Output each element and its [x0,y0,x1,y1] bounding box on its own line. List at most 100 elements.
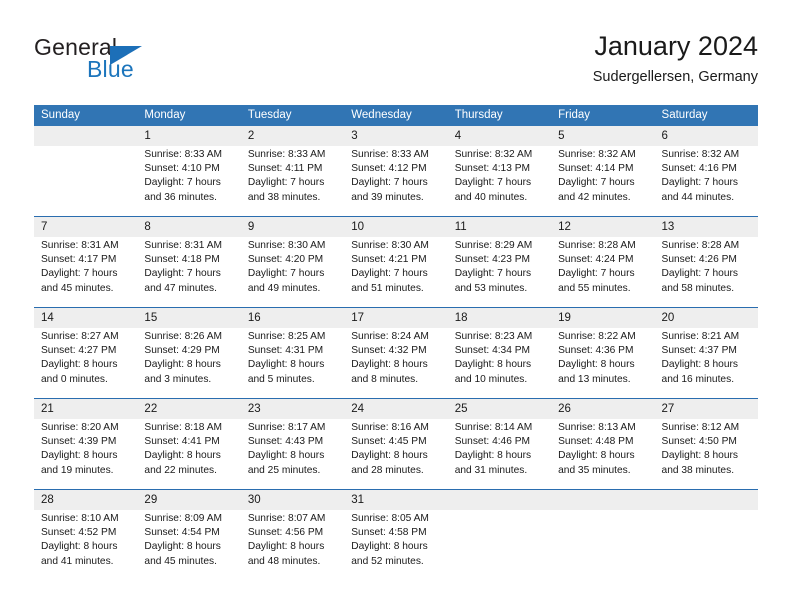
day-details: Sunrise: 8:28 AM Sunset: 4:24 PM Dayligh… [558,239,647,296]
sunset-text: Sunset: 4:10 PM [144,163,220,175]
daylight-text-line2: and 22 minutes. [144,464,217,476]
daylight-text-line2: and 51 minutes. [351,282,424,294]
day-cell[interactable]: 15 Sunrise: 8:26 AM Sunset: 4:29 PM Dayl… [137,308,240,398]
day-cell[interactable]: 16 Sunrise: 8:25 AM Sunset: 4:31 PM Dayl… [241,308,344,398]
calendar-week-row: 7 Sunrise: 8:31 AM Sunset: 4:17 PM Dayli… [34,216,758,307]
day-cell[interactable]: 4 Sunrise: 8:32 AM Sunset: 4:13 PM Dayli… [448,126,551,216]
sunrise-text: Sunrise: 8:14 AM [454,422,533,433]
sunset-text: Sunset: 4:24 PM [558,254,634,266]
day-cell[interactable]: 29 Sunrise: 8:09 AM Sunset: 4:54 PM Dayl… [137,490,240,580]
day-details: Sunrise: 8:21 AM Sunset: 4:37 PM Dayligh… [662,330,751,387]
sunrise-text: Sunrise: 8:27 AM [41,331,119,342]
day-cell[interactable]: 11 Sunrise: 8:29 AM Sunset: 4:23 PM Dayl… [448,217,551,307]
day-number: 25 [454,403,468,415]
day-cell[interactable]: 27 Sunrise: 8:12 AM Sunset: 4:50 PM Dayl… [655,399,758,489]
day-cell[interactable]: 12 Sunrise: 8:28 AM Sunset: 4:24 PM Dayl… [551,217,654,307]
day-cell[interactable]: 31 Sunrise: 8:05 AM Sunset: 4:58 PM Dayl… [344,490,447,580]
daylight-text-line2: and 42 minutes. [558,191,631,203]
day-cell[interactable]: 24 Sunrise: 8:16 AM Sunset: 4:45 PM Dayl… [344,399,447,489]
daylight-text-line2: and 41 minutes. [41,555,114,567]
daylight-text-line1: Daylight: 7 hours [247,268,325,280]
day-cell[interactable]: 7 Sunrise: 8:31 AM Sunset: 4:17 PM Dayli… [34,217,137,307]
day-details: Sunrise: 8:32 AM Sunset: 4:14 PM Dayligh… [558,148,647,205]
day-cell[interactable]: 13 Sunrise: 8:28 AM Sunset: 4:26 PM Dayl… [655,217,758,307]
day-cell[interactable]: 9 Sunrise: 8:30 AM Sunset: 4:20 PM Dayli… [241,217,344,307]
daylight-text-line2: and 44 minutes. [661,191,735,203]
daylight-text-line2: and 10 minutes. [454,373,528,385]
day-cell[interactable]: 17 Sunrise: 8:24 AM Sunset: 4:32 PM Dayl… [344,308,447,398]
day-cell[interactable]: 5 Sunrise: 8:32 AM Sunset: 4:14 PM Dayli… [551,126,654,216]
daylight-text-line1: Daylight: 8 hours [41,450,118,462]
day-number: 8 [144,221,151,233]
daylight-text-line1: Daylight: 7 hours [558,177,635,189]
sunrise-text: Sunrise: 8:31 AM [144,240,223,251]
daylight-text-line1: Daylight: 8 hours [454,450,532,462]
day-number: 3 [351,130,358,142]
weekday-sunday: Sunday [41,109,81,121]
day-number: 4 [454,130,462,142]
day-details: Sunrise: 8:16 AM Sunset: 4:45 PM Dayligh… [351,421,440,478]
day-number: 9 [247,221,255,233]
day-cell[interactable]: 30 Sunrise: 8:07 AM Sunset: 4:56 PM Dayl… [241,490,344,580]
sunrise-text: Sunrise: 8:33 AM [247,149,326,160]
daylight-text-line2: and 0 minutes. [41,373,108,385]
day-cell[interactable]: 19 Sunrise: 8:22 AM Sunset: 4:36 PM Dayl… [551,308,654,398]
sunrise-text: Sunrise: 8:17 AM [247,422,326,433]
day-details: Sunrise: 8:30 AM Sunset: 4:20 PM Dayligh… [248,239,337,296]
day-details: Sunrise: 8:07 AM Sunset: 4:56 PM Dayligh… [248,512,337,569]
day-cell [34,126,137,216]
daylight-text-line2: and 36 minutes. [144,191,217,203]
day-number: 28 [41,494,54,506]
day-number: 29 [144,494,158,506]
general-blue-logo[interactable]: General Blue [34,34,244,90]
sunrise-text: Sunrise: 8:32 AM [454,149,533,160]
sunrise-text: Sunrise: 8:16 AM [351,422,429,433]
day-cell[interactable]: 23 Sunrise: 8:17 AM Sunset: 4:43 PM Dayl… [241,399,344,489]
day-details: Sunrise: 8:33 AM Sunset: 4:11 PM Dayligh… [248,148,337,205]
day-cell[interactable]: 28 Sunrise: 8:10 AM Sunset: 4:52 PM Dayl… [34,490,137,580]
daylight-text-line1: Daylight: 8 hours [351,450,428,462]
day-cell[interactable]: 20 Sunrise: 8:21 AM Sunset: 4:37 PM Dayl… [655,308,758,398]
daylight-text-line1: Daylight: 8 hours [661,450,738,462]
sunset-text: Sunset: 4:37 PM [661,345,737,357]
day-cell[interactable]: 2 Sunrise: 8:33 AM Sunset: 4:11 PM Dayli… [241,126,344,216]
day-cell[interactable]: 10 Sunrise: 8:30 AM Sunset: 4:21 PM Dayl… [344,217,447,307]
daylight-text-line2: and 31 minutes. [454,464,528,476]
sunset-text: Sunset: 4:36 PM [558,345,634,357]
day-cell[interactable]: 14 Sunrise: 8:27 AM Sunset: 4:27 PM Dayl… [34,308,137,398]
daylight-text-line2: and 39 minutes. [351,191,424,203]
day-cell[interactable]: 8 Sunrise: 8:31 AM Sunset: 4:18 PM Dayli… [137,217,240,307]
sunset-text: Sunset: 4:29 PM [144,345,220,357]
daylight-text-line2: and 8 minutes. [351,373,419,385]
weekday-wednesday: Wednesday [351,109,412,121]
sunset-text: Sunset: 4:43 PM [247,436,324,448]
day-cell[interactable]: 3 Sunrise: 8:33 AM Sunset: 4:12 PM Dayli… [344,126,447,216]
calendar-week-row: 28 Sunrise: 8:10 AM Sunset: 4:52 PM Dayl… [34,489,758,580]
sunrise-text: Sunrise: 8:30 AM [247,240,326,251]
day-cell[interactable]: 1 Sunrise: 8:33 AM Sunset: 4:10 PM Dayli… [137,126,240,216]
daylight-text-line1: Daylight: 7 hours [144,268,221,280]
sunrise-text: Sunrise: 8:28 AM [661,240,740,251]
sunrise-text: Sunrise: 8:10 AM [41,513,119,524]
sunset-text: Sunset: 4:56 PM [247,527,324,539]
title-block: January 2024 Sudergellersen, Germany [593,30,758,87]
day-number: 6 [661,130,668,142]
day-cell[interactable]: 22 Sunrise: 8:18 AM Sunset: 4:41 PM Dayl… [137,399,240,489]
daylight-text-line2: and 53 minutes. [454,282,528,294]
sunset-text: Sunset: 4:48 PM [558,436,634,448]
calendar-week-row: 21 Sunrise: 8:20 AM Sunset: 4:39 PM Dayl… [34,398,758,489]
day-cell[interactable]: 6 Sunrise: 8:32 AM Sunset: 4:16 PM Dayli… [655,126,758,216]
daylight-text-line2: and 45 minutes. [41,282,114,294]
day-cell[interactable]: 26 Sunrise: 8:13 AM Sunset: 4:48 PM Dayl… [551,399,654,489]
daylight-text-line1: Daylight: 8 hours [41,359,118,371]
day-cell [448,490,551,580]
sunset-text: Sunset: 4:58 PM [351,527,427,539]
day-details: Sunrise: 8:30 AM Sunset: 4:21 PM Dayligh… [351,239,440,296]
sunset-text: Sunset: 4:27 PM [41,345,117,357]
day-cell[interactable]: 21 Sunrise: 8:20 AM Sunset: 4:39 PM Dayl… [34,399,137,489]
sunset-text: Sunset: 4:31 PM [247,345,324,357]
day-cell[interactable]: 18 Sunrise: 8:23 AM Sunset: 4:34 PM Dayl… [448,308,551,398]
day-details: Sunrise: 8:18 AM Sunset: 4:41 PM Dayligh… [144,421,233,478]
day-cell[interactable]: 25 Sunrise: 8:14 AM Sunset: 4:46 PM Dayl… [448,399,551,489]
weekday-monday: Monday [144,109,186,121]
